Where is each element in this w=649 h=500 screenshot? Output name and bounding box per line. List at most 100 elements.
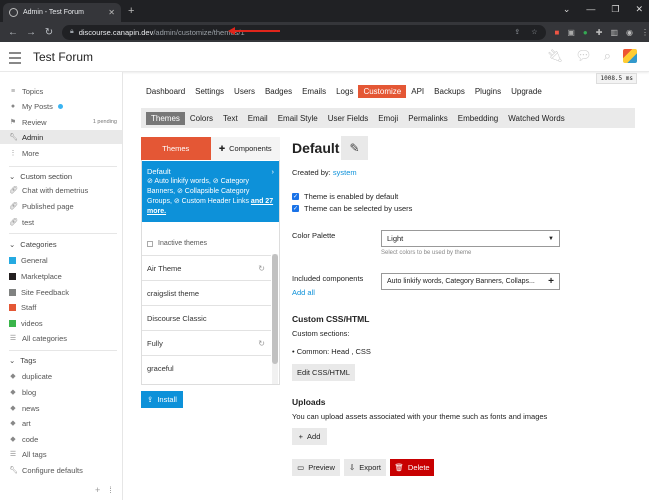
select-all-checkbox[interactable] xyxy=(147,240,153,247)
export-button[interactable]: ⇩ Export xyxy=(344,459,386,476)
tab-text[interactable]: Text xyxy=(218,112,243,125)
close-window-icon[interactable]: ✕ xyxy=(635,4,643,15)
sidebar-item-tag[interactable]: ◆ blog xyxy=(9,385,117,399)
admin-nav-emails[interactable]: Emails xyxy=(297,85,331,98)
sidebar-item-general[interactable]: General xyxy=(9,253,117,267)
tab-user-fields[interactable]: User Fields xyxy=(323,112,373,125)
created-by-user-link[interactable]: system xyxy=(333,168,357,177)
sidebar-item-tag[interactable]: ◆ code xyxy=(9,432,117,446)
chat-icon[interactable]: 💬︎ xyxy=(575,48,592,64)
avatar[interactable] xyxy=(623,49,637,63)
tab-components[interactable]: ✚ Components xyxy=(210,137,280,160)
maximize-icon[interactable]: ❐ xyxy=(611,4,619,15)
extension-icon[interactable]: ■ xyxy=(555,28,560,37)
menu-dots-icon[interactable]: ⋮ xyxy=(641,28,649,37)
theme-list-item[interactable]: Fully ↻ xyxy=(142,330,271,355)
admin-nav-plugins[interactable]: Plugins xyxy=(470,85,506,98)
sidebar-item-topics[interactable]: ≡ Topics xyxy=(9,84,117,98)
checkbox-checked[interactable]: ✓ xyxy=(292,193,299,200)
admin-nav-logs[interactable]: Logs xyxy=(331,85,358,98)
reload-icon[interactable]: ↻ xyxy=(44,27,54,38)
admin-nav-users[interactable]: Users xyxy=(229,85,260,98)
admin-nav-settings[interactable]: Settings xyxy=(190,85,229,98)
theme-list-item[interactable]: Discourse Classic xyxy=(142,305,271,330)
color-palette-select[interactable]: Light ▼ xyxy=(381,230,560,247)
tab-themes[interactable]: Themes xyxy=(146,111,185,125)
extension-icon[interactable]: ● xyxy=(583,28,588,37)
tab-colors[interactable]: Colors xyxy=(185,112,218,125)
preview-button[interactable]: ▭ Preview xyxy=(292,459,340,476)
tags-header[interactable]: ⌄ Tags xyxy=(9,356,36,365)
admin-nav-customize[interactable]: Customize xyxy=(358,84,407,98)
lock-icon[interactable]: 🔒︎ xyxy=(70,28,74,36)
add-all-link[interactable]: Add all xyxy=(292,288,315,297)
theme-list-item[interactable]: Air Theme ↻ xyxy=(142,255,271,280)
theme-list-item[interactable]: graceful xyxy=(142,355,271,380)
user-selectable-checkbox-row[interactable]: ✓ Theme can be selected by users xyxy=(292,204,412,213)
plug-icon[interactable]: 🔌︎ xyxy=(547,48,564,64)
hamburger-icon[interactable] xyxy=(9,52,21,67)
scrollbar-thumb[interactable] xyxy=(272,254,278,364)
components-select[interactable]: Auto linkify words, Category Banners, Co… xyxy=(381,273,560,290)
categories-header[interactable]: ⌄ Categories xyxy=(9,240,57,249)
search-icon[interactable]: ⌕ xyxy=(604,48,611,64)
checkbox-checked[interactable]: ✓ xyxy=(292,205,299,212)
sidebar-item-chat[interactable]: 🔗︎ Chat with demetrius xyxy=(9,183,117,197)
sidebar-item-my-posts[interactable]: ● My Posts xyxy=(9,99,117,113)
sidebar-item-review[interactable]: ⚑ Review 1 pending xyxy=(9,115,117,129)
sidebar-item-admin[interactable]: 🔧︎ Admin xyxy=(0,130,122,144)
tab-permalinks[interactable]: Permalinks xyxy=(403,112,453,125)
sidebar-icon[interactable]: ▥ xyxy=(610,28,618,37)
puzzle-icon[interactable]: ✚ xyxy=(596,28,603,37)
sidebar-item-tag[interactable]: ◆ duplicate xyxy=(9,369,117,383)
sidebar-item-configure-defaults[interactable]: 🔧︎ Configure defaults xyxy=(9,463,117,477)
tab-watched-words[interactable]: Watched Words xyxy=(503,112,569,125)
sidebar-item-all-tags[interactable]: ☰ All tags xyxy=(9,447,117,461)
extension-icon[interactable]: ▣ xyxy=(567,28,575,37)
sidebar-item-all-categories[interactable]: ☰ All categories xyxy=(9,331,117,345)
tab-emoji[interactable]: Emoji xyxy=(373,112,403,125)
sidebar-item-videos[interactable]: videos xyxy=(9,316,117,330)
forward-icon[interactable]: → xyxy=(26,27,36,38)
minimize-icon[interactable]: — xyxy=(586,4,595,15)
admin-nav-badges[interactable]: Badges xyxy=(260,85,297,98)
grid-icon[interactable]: ⁞ xyxy=(109,485,112,495)
profile-icon[interactable]: ◉ xyxy=(626,28,633,37)
sidebar-item-staff[interactable]: Staff xyxy=(9,300,117,314)
sidebar-item-site-feedback[interactable]: Site Feedback xyxy=(9,285,117,299)
browser-tab[interactable]: Admin - Test Forum ✕ xyxy=(3,3,121,22)
tab-themes[interactable]: Themes xyxy=(141,137,211,160)
theme-list-item[interactable]: craigslist theme xyxy=(142,280,271,305)
plus-icon[interactable]: + xyxy=(548,276,554,287)
tab-email-style[interactable]: Email Style xyxy=(273,112,323,125)
sidebar-item-test[interactable]: 🔗︎ test xyxy=(9,215,117,229)
admin-nav-upgrade[interactable]: Upgrade xyxy=(506,85,547,98)
sidebar-item-tag[interactable]: ◆ art xyxy=(9,416,117,430)
tab-email[interactable]: Email xyxy=(243,112,273,125)
share-icon[interactable]: ⇪ xyxy=(514,28,520,36)
install-button[interactable]: ⇪ Install xyxy=(141,391,183,408)
add-icon[interactable]: + xyxy=(95,485,100,495)
close-tab-icon[interactable]: ✕ xyxy=(108,8,115,17)
profiler-timing[interactable]: 1008.5 ms xyxy=(596,73,637,84)
admin-nav-dashboard[interactable]: Dashboard xyxy=(141,85,190,98)
admin-nav-backups[interactable]: Backups xyxy=(429,85,470,98)
sidebar-item-more[interactable]: ⋮ More xyxy=(9,146,117,160)
tab-embedding[interactable]: Embedding xyxy=(453,112,503,125)
bookmark-star-icon[interactable]: ☆ xyxy=(531,28,537,36)
default-theme-checkbox-row[interactable]: ✓ Theme is enabled by default xyxy=(292,192,398,201)
site-title[interactable]: Test Forum xyxy=(33,50,93,64)
new-tab-icon[interactable]: + xyxy=(128,5,134,17)
sidebar-item-published-page[interactable]: 🔗︎ Published page xyxy=(9,199,117,213)
add-upload-button[interactable]: + Add xyxy=(292,428,327,445)
edit-css-button[interactable]: Edit CSS/HTML xyxy=(292,364,355,381)
address-bar[interactable]: 🔒︎ discourse.canapin.dev/admin/customize… xyxy=(61,24,546,40)
chevron-down-icon[interactable]: ⌄ xyxy=(563,4,571,15)
delete-button[interactable]: 🗑︎ Delete xyxy=(390,459,434,476)
theme-list-item-default[interactable]: Default › ⊘ Auto linkify words, ⊘ Categor… xyxy=(142,161,279,222)
sidebar-item-tag[interactable]: ◆ news xyxy=(9,401,117,415)
custom-section-header[interactable]: ⌄ Custom section xyxy=(9,172,72,181)
edit-name-button[interactable]: ✎ xyxy=(341,136,368,160)
back-icon[interactable]: ← xyxy=(8,27,18,38)
admin-nav-api[interactable]: API xyxy=(406,85,429,98)
